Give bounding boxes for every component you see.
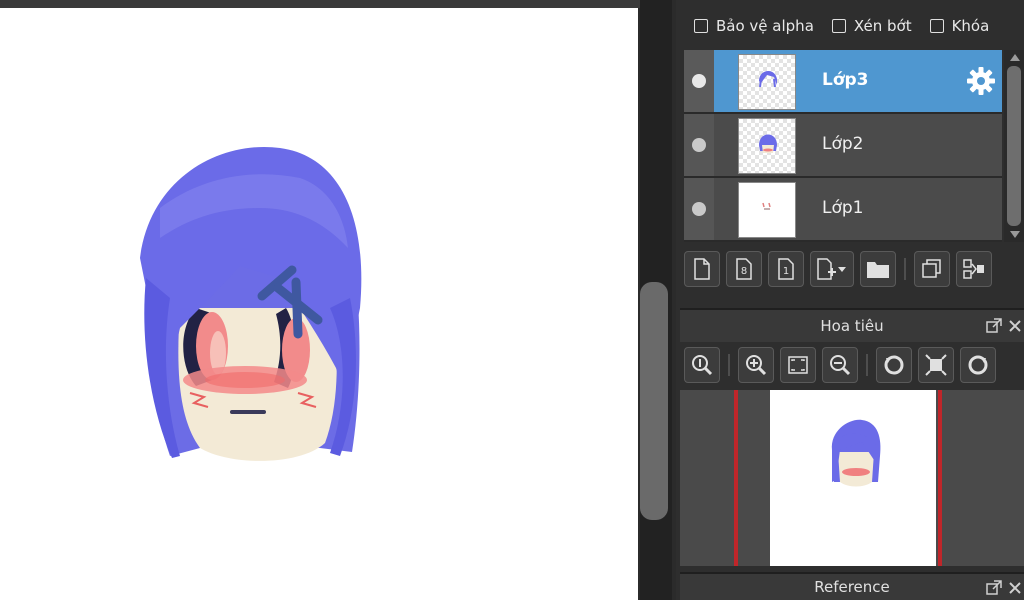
new-layer-icon: [694, 258, 710, 280]
new-1bit-layer-button[interactable]: 1: [768, 251, 804, 287]
scroll-up-icon[interactable]: [1010, 54, 1020, 61]
reference-title: Reference: [814, 578, 890, 596]
protect-alpha-checkbox[interactable]: Bảo vệ alpha: [694, 17, 814, 35]
scroll-down-icon[interactable]: [1010, 231, 1020, 238]
svg-text:1: 1: [783, 266, 789, 277]
rotate-left-button[interactable]: [876, 347, 912, 383]
close-icon[interactable]: [1008, 318, 1022, 334]
close-icon[interactable]: [1008, 580, 1022, 596]
navigator-frame-left: [734, 390, 738, 566]
layer-thumbnail: [738, 182, 796, 238]
layer-options: Bảo vệ alpha Xén bớt Khóa: [676, 8, 1024, 44]
protect-alpha-label: Bảo vệ alpha: [716, 17, 814, 35]
lock-label: Khóa: [951, 17, 990, 35]
zoom-in-icon: [746, 355, 767, 376]
canvas-area[interactable]: [0, 0, 640, 600]
layer-row-1[interactable]: Lớp1: [684, 178, 1002, 242]
new-1bit-layer-icon: 1: [778, 258, 794, 280]
clipping-checkbox[interactable]: Xén bớt: [831, 17, 912, 35]
popout-icon[interactable]: [986, 318, 1002, 334]
new-folder-icon: [867, 262, 889, 278]
new-8bit-layer-button[interactable]: 8: [726, 251, 762, 287]
navigator-thumbnail: [831, 419, 881, 487]
checkbox-box[interactable]: [694, 19, 708, 33]
navigator-frame-right: [938, 390, 942, 566]
navigator-toolbar: [684, 344, 996, 386]
checkbox-box[interactable]: [929, 19, 944, 33]
rotate-left-icon: [884, 355, 904, 375]
layer-list: Lớp3 Lớp2 Lớp1: [684, 50, 1002, 242]
drawing-canvas[interactable]: [0, 8, 638, 600]
navigator-title: Hoa tiêu: [820, 317, 884, 335]
reset-view-icon: [925, 354, 947, 376]
zoom-out-icon: [830, 355, 851, 376]
canvas-scroll-thumb[interactable]: [640, 282, 668, 520]
navigator-header: Hoa tiêu: [680, 308, 1024, 342]
layer-thumbnail: [738, 118, 796, 174]
new-layer-button[interactable]: [684, 251, 720, 287]
canvas-top-strip: [0, 0, 640, 8]
toolbar-separator: [728, 354, 730, 376]
layer-row-3[interactable]: Lớp3: [684, 50, 1002, 114]
merge-layer-button[interactable]: [956, 251, 992, 287]
add-layer-dropdown-button[interactable]: [810, 251, 854, 287]
merge-layer-icon: [963, 259, 984, 279]
navigator-page: [770, 390, 936, 566]
fit-screen-button[interactable]: [780, 347, 816, 383]
reference-header: Reference: [680, 572, 1024, 600]
reset-view-button[interactable]: [918, 347, 954, 383]
zoom-actual-button[interactable]: [684, 347, 720, 383]
layer-row-2[interactable]: Lớp2: [684, 114, 1002, 178]
layer-toolbar: 8 1: [684, 248, 992, 290]
zoom-actual-icon: [692, 355, 713, 376]
toolbar-separator: [904, 258, 906, 280]
popout-icon[interactable]: [986, 580, 1002, 596]
clipping-label: Xén bớt: [853, 17, 912, 35]
duplicate-layer-button[interactable]: [914, 251, 950, 287]
duplicate-layer-icon: [922, 259, 941, 278]
svg-text:8: 8: [741, 266, 747, 277]
chibi-drawing: [140, 146, 362, 461]
new-folder-button[interactable]: [860, 251, 896, 287]
visibility-eye-icon[interactable]: [692, 202, 706, 216]
new-8bit-layer-icon: 8: [736, 258, 752, 280]
layer-list-scrollbar[interactable]: [1004, 50, 1024, 242]
zoom-in-button[interactable]: [738, 347, 774, 383]
gear-icon[interactable]: [966, 66, 996, 96]
rotate-right-button[interactable]: [960, 347, 996, 383]
fit-screen-icon: [788, 356, 808, 374]
add-layer-dropdown-icon: [817, 258, 846, 280]
visibility-eye-icon[interactable]: [692, 138, 706, 152]
toolbar-separator: [866, 354, 868, 376]
layer-scroll-thumb[interactable]: [1007, 66, 1021, 226]
lock-checkbox[interactable]: Khóa: [929, 17, 990, 35]
layer-name: Lớp2: [822, 134, 864, 154]
zoom-out-button[interactable]: [822, 347, 858, 383]
layer-name: Lớp1: [822, 198, 864, 218]
checkbox-box[interactable]: [831, 19, 846, 33]
layer-name: Lớp3: [822, 70, 869, 90]
visibility-eye-icon[interactable]: [692, 74, 706, 88]
layer-thumbnail: [738, 54, 796, 110]
rotate-right-icon: [968, 355, 988, 375]
